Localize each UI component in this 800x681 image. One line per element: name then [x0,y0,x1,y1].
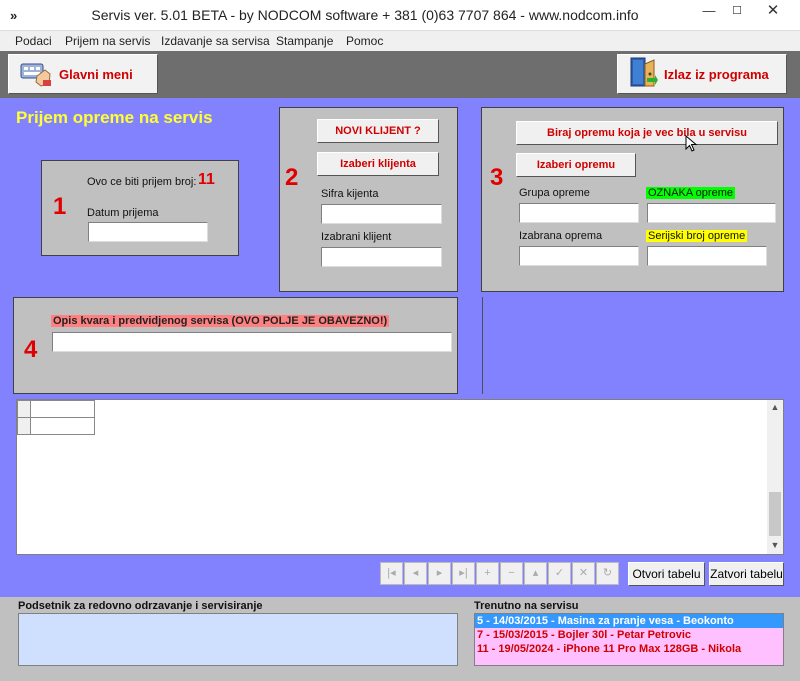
main-menu-button[interactable]: Glavni meni [8,54,158,94]
maximize-button[interactable]: ☐ [722,0,752,22]
prev-record-icon[interactable]: ◂ [404,562,427,585]
exit-label: Izlaz iz programa [664,66,769,82]
new-client-button[interactable]: NOVI KLIJENT ? [317,119,439,143]
client-code-label: Sifra kijenta [321,188,379,200]
intake-number-value: 11 [198,171,215,188]
grid-scrollbar[interactable]: ▲ ▼ [767,400,783,554]
fault-field[interactable] [52,332,452,352]
minimize-button[interactable]: — [694,0,724,22]
door-exit-icon [628,56,658,93]
reminder-title: Podsetnik za redovno odrzavanje i servis… [18,600,263,612]
menu-item-prijem[interactable]: Prijem na servis [65,34,150,48]
refresh-record-icon[interactable]: ↻ [596,562,619,585]
mouse-cursor-icon [685,134,699,156]
main-area: Prijem opreme na servis 1 Ovo ce biti pr… [0,98,800,597]
post-record-icon[interactable]: ✓ [548,562,571,585]
selected-equipment-label: Izabrana oprema [519,230,603,242]
close-table-button[interactable]: Zatvori tabelu [709,562,784,586]
cancel-record-icon[interactable]: ✕ [572,562,595,585]
delete-record-icon[interactable]: − [500,562,523,585]
keyboard-hand-icon [19,58,53,91]
selected-client-label: Izabrani klijent [321,231,392,243]
scroll-thumb[interactable] [769,492,781,536]
toolbar: Glavni meni Izlaz iz programa [0,51,800,98]
grid-row-header [17,400,31,418]
next-record-icon[interactable]: ▸ [428,562,451,585]
edit-record-icon[interactable]: ▴ [524,562,547,585]
tag-field[interactable] [647,203,776,223]
grid-row-header [17,417,31,435]
group-field[interactable] [519,203,639,223]
empty-panel [482,297,784,394]
panel-client: NOVI KLIJENT ? 2 Izaberi klijenta Sifra … [279,107,458,292]
date-label: Datum prijema [87,207,159,219]
current-service-title: Trenutno na servisu [474,600,579,612]
selected-equipment-field[interactable] [519,246,639,266]
step-number-2: 2 [285,164,299,191]
panel-intake: 1 Ovo ce biti prijem broj: 11 Datum prij… [41,160,239,256]
choose-equipment-button[interactable]: Izaberi opremu [516,153,636,177]
grid-cell[interactable] [30,417,95,435]
menu-item-pomoc[interactable]: Pomoc [346,34,383,48]
last-record-icon[interactable]: ▸| [452,562,475,585]
serial-field[interactable] [647,246,767,266]
menu-bar: Podaci Prijem na servis Izdavanje sa ser… [0,31,800,51]
step-number-3: 3 [490,164,504,191]
grid-header-cell[interactable] [30,400,95,418]
serial-label: Serijski broj opreme [646,230,748,242]
fault-label: Opis kvara i predvidjenog servisa (OVO P… [51,315,390,327]
reminder-box[interactable] [18,613,458,666]
list-item[interactable]: 5 - 14/03/2015 - Masina za pranje vesa -… [475,614,783,628]
menu-item-stampanje[interactable]: Stampanje [276,34,333,48]
step-number-4: 4 [24,336,38,363]
intake-number-label: Ovo ce biti prijem broj: [87,176,197,188]
date-field[interactable] [88,222,208,242]
open-table-button[interactable]: Otvori tabelu [628,562,705,586]
title-bar: » Servis ver. 5.01 BETA - by NODCOM soft… [0,0,800,31]
new-record-icon[interactable]: + [476,562,499,585]
list-item[interactable]: 11 - 19/05/2024 - iPhone 11 Pro Max 128G… [475,642,783,656]
bottom-area: Podsetnik za redovno odrzavanje i servis… [0,597,800,681]
choose-client-button[interactable]: Izaberi klijenta [317,152,439,176]
panel-fault: 4 Opis kvara i predvidjenog servisa (OVO… [13,297,458,394]
client-code-field[interactable] [321,204,442,224]
list-item[interactable]: 7 - 15/03/2015 - Bojler 30l - Petar Petr… [475,628,783,642]
scroll-down-icon[interactable]: ▼ [767,540,783,550]
step-number-1: 1 [53,193,67,220]
current-service-list[interactable]: 5 - 14/03/2015 - Masina za pranje vesa -… [474,613,784,666]
close-button[interactable]: ✕ [758,0,788,22]
tag-label: OZNAKA opreme [646,187,735,199]
menu-item-podaci[interactable]: Podaci [15,34,52,48]
group-label: Grupa opreme [519,187,590,199]
page-title: Prijem opreme na servis [16,108,213,127]
data-grid[interactable]: ▲ ▼ [16,399,784,555]
scroll-up-icon[interactable]: ▲ [767,402,783,412]
exit-button[interactable]: Izlaz iz programa [617,54,787,94]
window-title: Servis ver. 5.01 BETA - by NODCOM softwa… [91,7,639,23]
panel-equipment: Biraj opremu koja je vec bila u servisu … [481,107,784,292]
previous-equipment-button[interactable]: Biraj opremu koja je vec bila u servisu [516,121,778,145]
menu-item-izdavanje[interactable]: Izdavanje sa servisa [161,34,270,48]
first-record-icon[interactable]: |◂ [380,562,403,585]
selected-client-field[interactable] [321,247,442,267]
main-menu-label: Glavni meni [59,66,133,82]
